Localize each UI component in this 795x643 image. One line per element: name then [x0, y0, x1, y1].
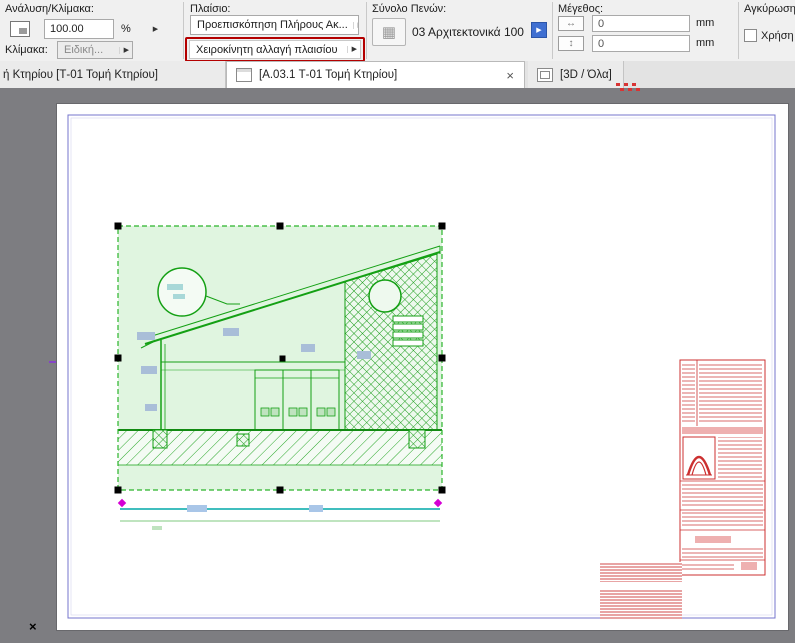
pen-set-icon[interactable]: ▦ [372, 18, 406, 46]
sheet-drawing-svg [57, 104, 788, 630]
klimaka-label: Κλίμακα: [5, 44, 48, 56]
height-unit-label: mm [696, 37, 714, 49]
anchor-label: Αγκύρωση: [744, 3, 795, 15]
cube-3d-icon [537, 68, 553, 82]
title-block[interactable] [680, 360, 765, 575]
tab-active-layout[interactable]: [A.03.1 Τ-01 Τομή Κτηρίου] × [226, 61, 525, 88]
anchor-use-label: Χρήση [761, 30, 794, 42]
section-marker-lines[interactable] [118, 499, 442, 530]
scale-value-input[interactable]: 100.00 [44, 19, 114, 39]
layout-sheet[interactable] [57, 104, 788, 630]
fit-scale-icon[interactable] [10, 21, 30, 37]
tab-section-left[interactable]: ή Κτηρίου [Τ-01 Τομή Κτηρίου] [0, 61, 226, 88]
origin-x-mark[interactable]: × [29, 619, 37, 634]
tab-bar: ή Κτηρίου [Τ-01 Τομή Κτηρίου] [A.03.1 Τ-… [0, 61, 795, 88]
width-icon: ↔ [558, 16, 584, 31]
selected-drawing[interactable] [115, 223, 446, 494]
layout-canvas[interactable]: × [0, 88, 795, 643]
fit-scale-icon-inner [19, 28, 27, 34]
pen-set-label: Σύνολο Πενών: [372, 3, 446, 15]
width-unit-label: mm [696, 17, 714, 29]
toolbar-separator [183, 2, 184, 59]
frame-preview-dropdown[interactable]: Προεπισκόπηση Πλήρους Ακ... ▶ [190, 15, 359, 35]
analysis-scale-label: Ανάλυση/Κλίμακα: [5, 3, 94, 15]
width-input[interactable]: 0 [592, 15, 690, 32]
frame-label: Πλαίσιο: [190, 3, 231, 15]
layout-page-icon [236, 68, 252, 82]
chevron-right-icon: ▶ [353, 22, 359, 29]
percent-label: % [121, 23, 131, 35]
klimaka-dropdown[interactable]: Ειδική... ▶ [57, 41, 133, 59]
tab-close-icon[interactable]: × [506, 69, 514, 82]
tab-3d-all[interactable]: [3D / Όλα] [528, 61, 624, 88]
chevron-right-icon: ▶ [119, 47, 129, 54]
toolbar-separator [552, 2, 553, 59]
toolbar-separator [366, 2, 367, 59]
margin-tick-icon [49, 361, 57, 363]
height-icon: ↕ [558, 36, 584, 51]
height-input[interactable]: 0 [592, 35, 690, 52]
size-label: Μέγεθος: [558, 3, 603, 15]
chevron-right-icon: ▶ [347, 46, 357, 53]
top-toolbar: Ανάλυση/Κλίμακα: 100.00 % ▶ Κλίμακα: Ειδ… [0, 0, 795, 62]
anchor-use-checkbox[interactable] [744, 29, 757, 42]
manual-frame-dropdown[interactable]: Χειροκίνητη αλλαγή πλαισίου ▶ [189, 40, 361, 59]
pen-set-value: 03 Αρχιτεκτονικά 100 [412, 25, 524, 39]
toolbar-separator [738, 2, 739, 59]
scale-flyout-button[interactable]: ▶ [148, 20, 163, 38]
pen-set-flyout-button[interactable]: ▶ [531, 22, 547, 38]
red-selection-dots [616, 83, 646, 95]
notes-text-block[interactable] [600, 562, 682, 620]
